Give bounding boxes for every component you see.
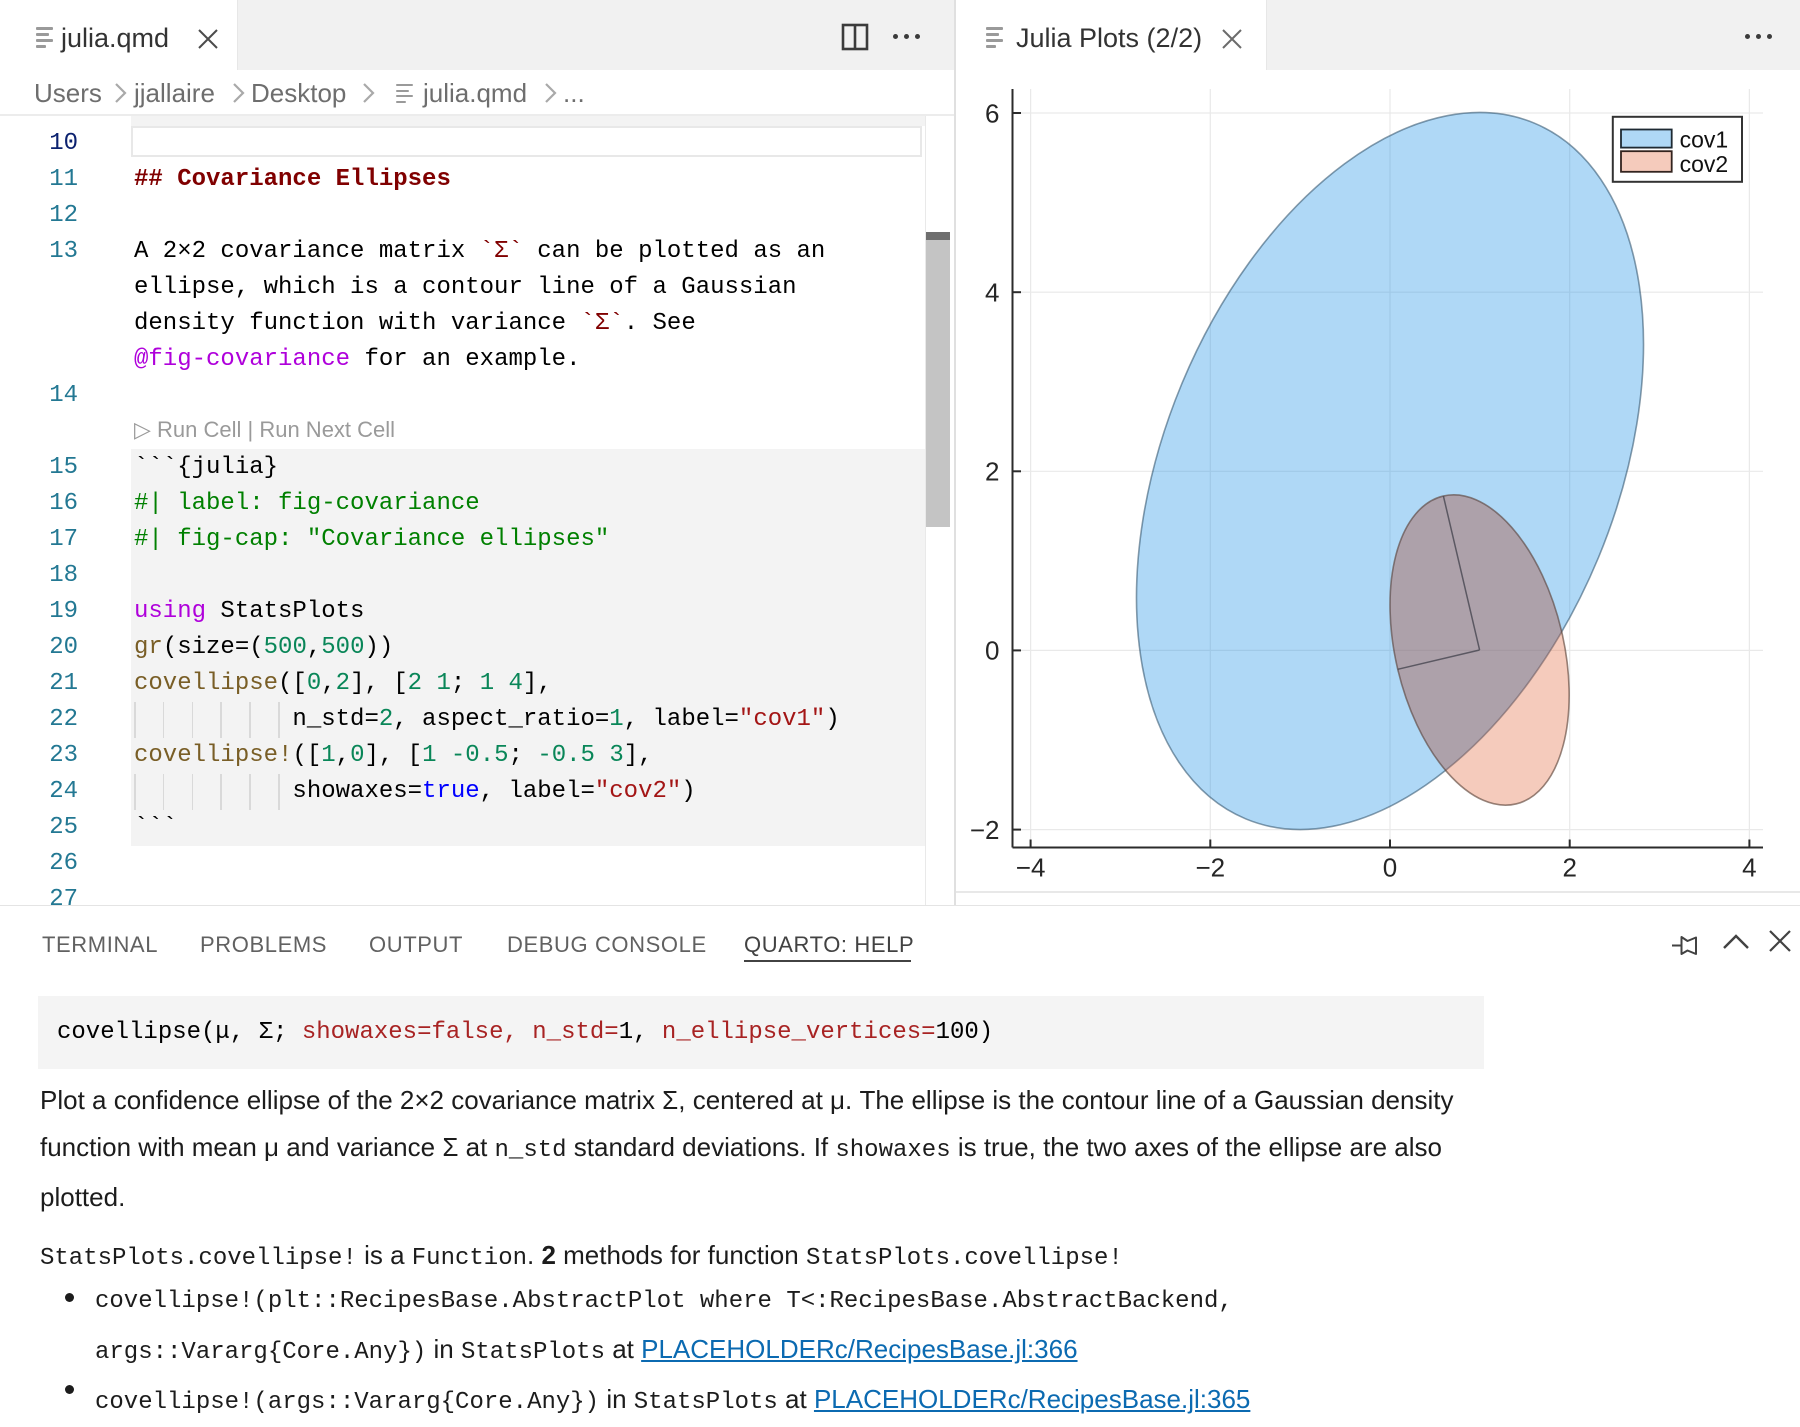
svg-text:0: 0	[1383, 853, 1397, 883]
svg-text:cov2: cov2	[1680, 151, 1729, 177]
svg-text:−4: −4	[1016, 853, 1046, 883]
svg-text:cov1: cov1	[1680, 126, 1729, 152]
svg-text:−2: −2	[1195, 853, 1225, 883]
svg-text:2: 2	[1562, 853, 1576, 883]
svg-text:−2: −2	[970, 815, 1000, 845]
svg-text:4: 4	[985, 278, 999, 308]
svg-text:2: 2	[985, 457, 999, 487]
svg-text:0: 0	[985, 636, 999, 666]
svg-text:6: 6	[985, 98, 999, 128]
svg-text:4: 4	[1742, 853, 1756, 883]
